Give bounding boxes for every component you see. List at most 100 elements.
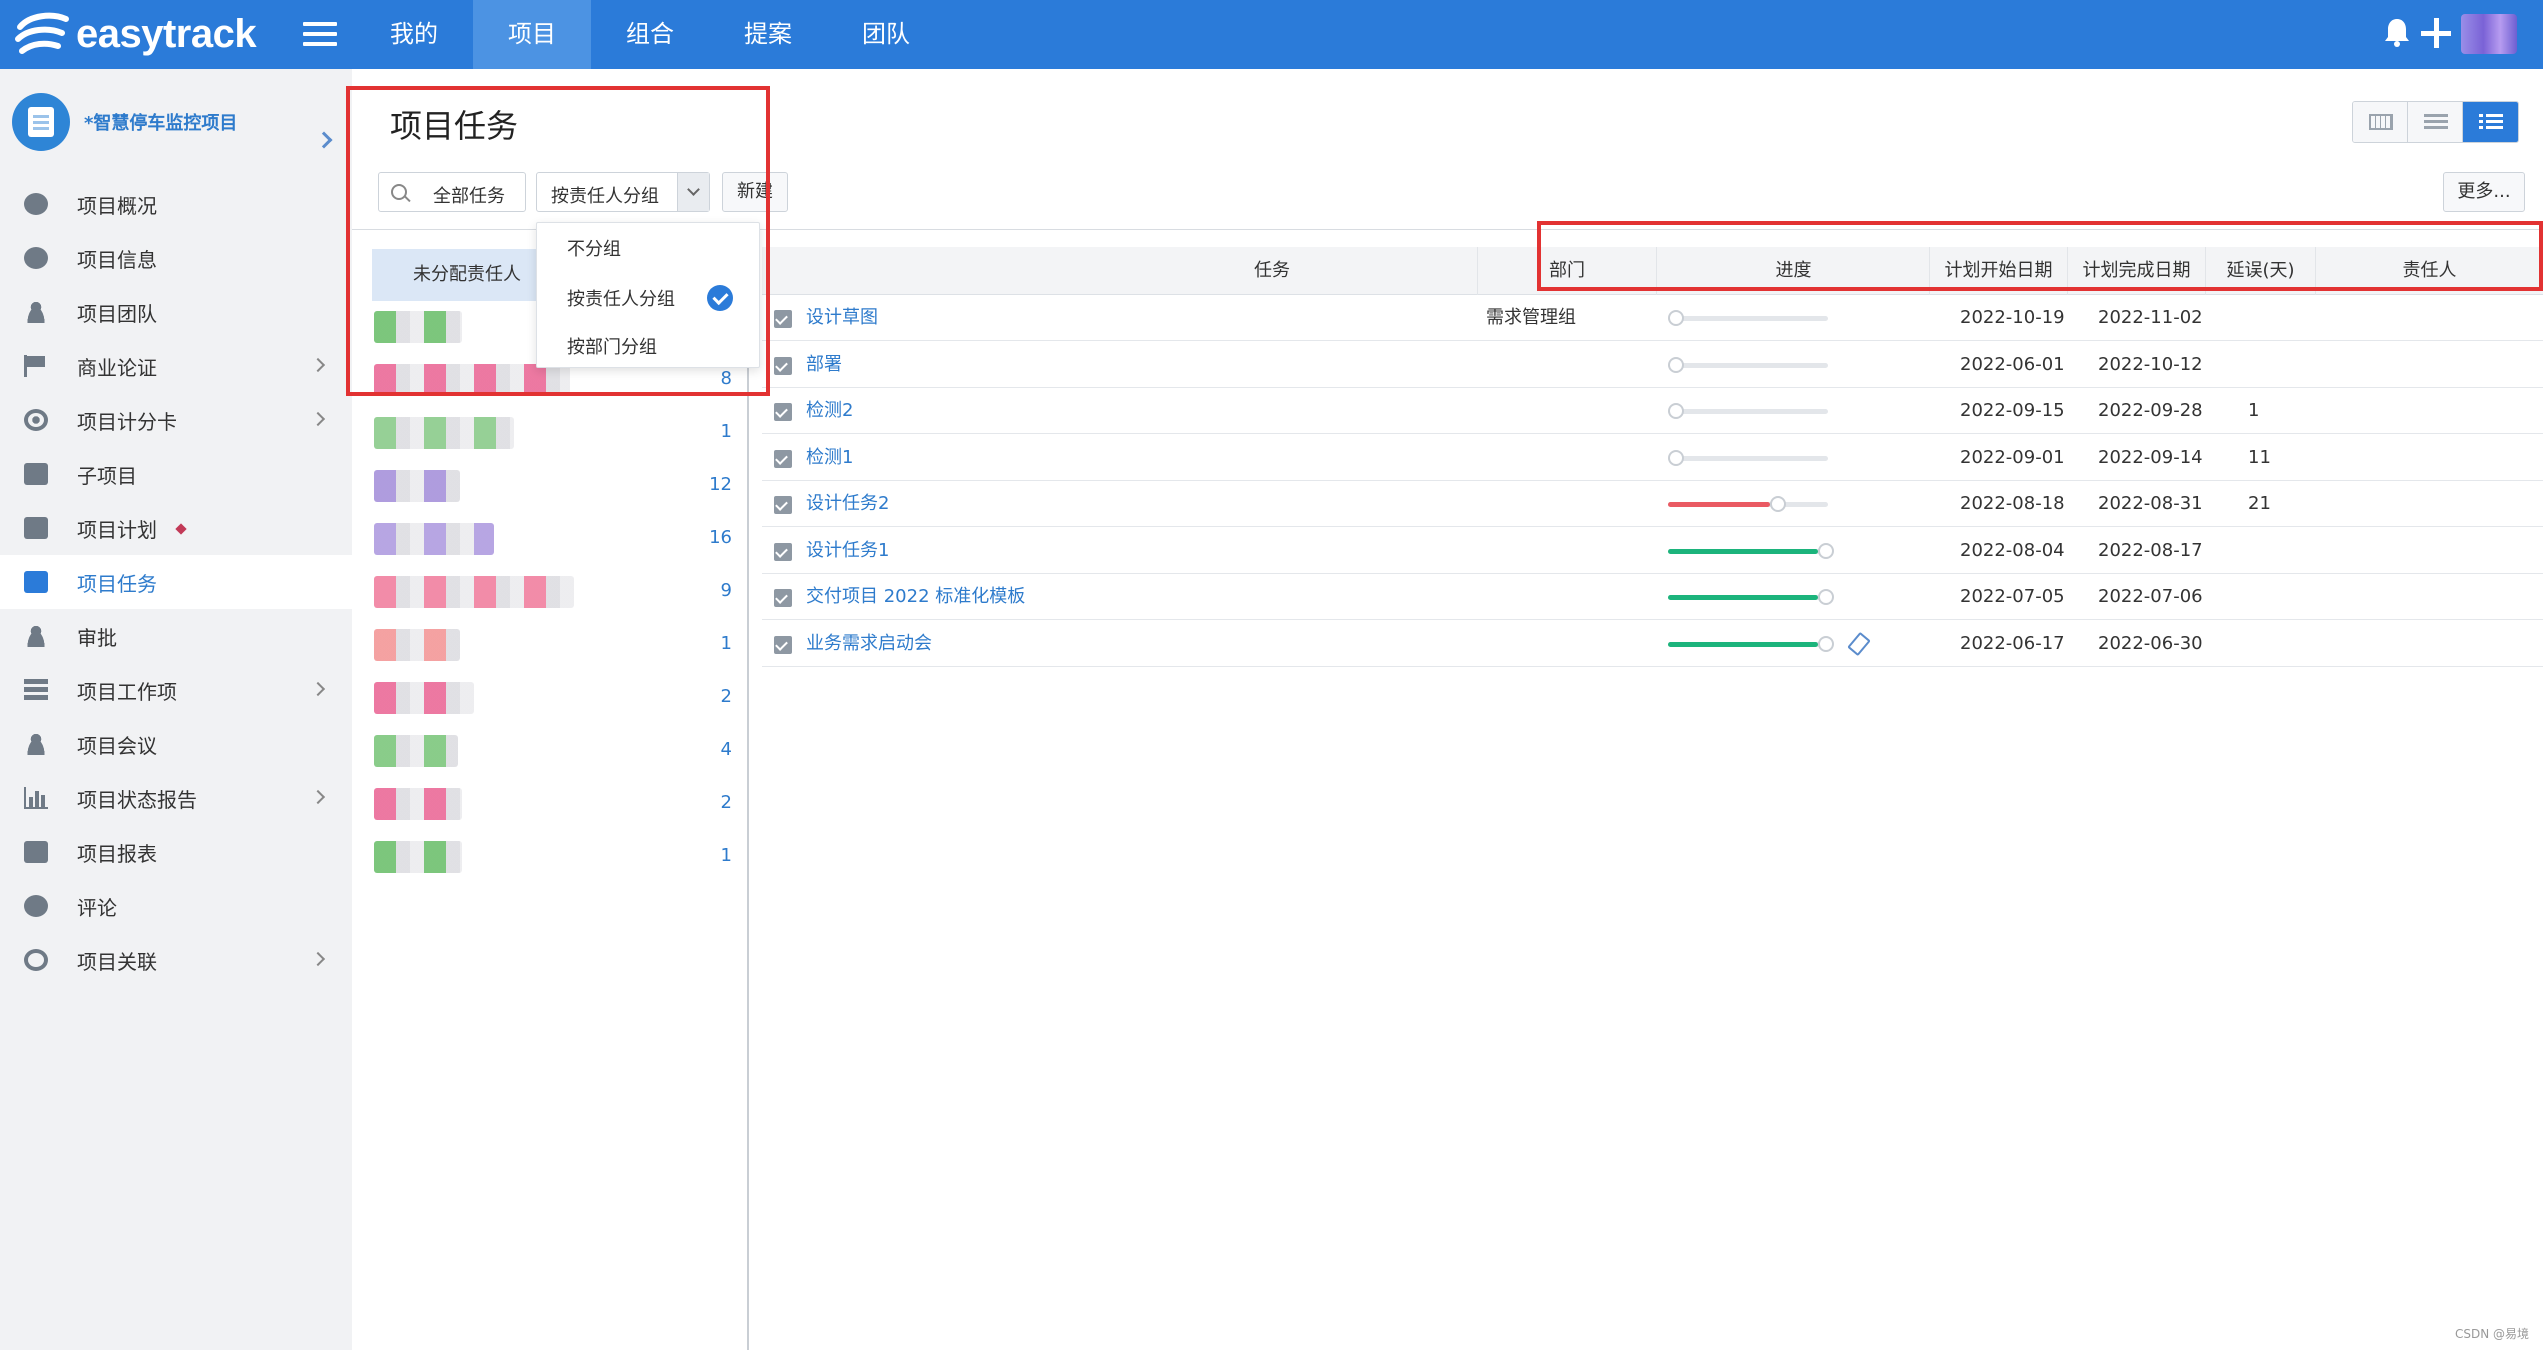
assignee-task-count: 8	[720, 368, 732, 389]
logo-text: easytrack	[76, 11, 257, 56]
sidebar-item-4[interactable]: 项目计分卡	[0, 393, 352, 447]
progress-slider[interactable]	[1668, 589, 1834, 605]
assignee-row[interactable]: 2	[374, 778, 742, 830]
task-end-date: 2022-10-12	[2098, 353, 2203, 375]
progress-slider[interactable]	[1668, 635, 1834, 652]
sidebar-item-8[interactable]: 审批	[0, 609, 352, 663]
col-department[interactable]: 部门	[1477, 247, 1657, 295]
sidebar-item-2[interactable]: 项目团队	[0, 285, 352, 339]
progress-knob[interactable]	[1668, 449, 1684, 466]
calendar-view-button[interactable]	[2353, 102, 2408, 142]
sidebar-menu: 项目概况 项目信息 项目团队 商业论证 项目计分卡 子项目 项目计划 项目任务 审批项目工作项项…	[0, 177, 352, 987]
table-row[interactable]: 业务需求启动会 2022-06-17 2022-06-30	[762, 621, 2543, 667]
progress-knob[interactable]	[1818, 542, 1834, 559]
sidebar-item-6[interactable]: 项目计划	[0, 501, 352, 555]
nav-project[interactable]: 项目	[473, 0, 591, 69]
assignee-row[interactable]: 12	[374, 460, 742, 512]
col-delay[interactable]: 延误(天)	[2206, 247, 2316, 295]
sidebar-item-1[interactable]: 项目信息	[0, 231, 352, 285]
more-button[interactable]: 更多...	[2443, 172, 2525, 212]
sidebar-item-9[interactable]: 项目工作项	[0, 663, 352, 717]
assignee-avatar-blurred	[374, 629, 460, 661]
col-progress[interactable]: 进度	[1658, 247, 1930, 295]
hamburger-menu-icon[interactable]	[303, 22, 337, 46]
table-row[interactable]: 设计任务2 2022-08-18 2022-08-31 21	[762, 481, 2543, 527]
chevron-down-icon[interactable]	[677, 173, 709, 211]
progress-slider[interactable]	[1668, 310, 1828, 326]
assignee-row[interactable]: 1	[374, 831, 742, 883]
assignee-row[interactable]: 1	[374, 619, 742, 671]
check-icon	[707, 285, 733, 311]
assignee-row[interactable]: 9	[374, 566, 742, 618]
group-option-assignee[interactable]: 按责任人分组	[567, 285, 675, 311]
sidebar-item-10[interactable]: 项目会议	[0, 717, 352, 771]
sidebar-item-14[interactable]: 项目关联	[0, 933, 352, 987]
table-row[interactable]: 部署 2022-06-01 2022-10-12	[762, 342, 2543, 388]
rows-view-button[interactable]	[2408, 102, 2463, 142]
bell-icon[interactable]	[2383, 16, 2411, 48]
sidebar-item-3[interactable]: 商业论证	[0, 339, 352, 393]
task-name-link[interactable]: 设计任务1	[806, 528, 889, 574]
sidebar-item-5[interactable]: 子项目	[0, 447, 352, 501]
panel-divider[interactable]	[747, 229, 749, 1350]
nav-team[interactable]: 团队	[827, 0, 945, 69]
progress-knob[interactable]	[1668, 356, 1684, 373]
task-name-link[interactable]: 交付项目 2022 标准化模板	[806, 574, 1025, 620]
sidebar-item-label: 项目工作项	[77, 679, 177, 704]
sidebar-item-12[interactable]: 项目报表	[0, 825, 352, 879]
task-name-link[interactable]: 设计任务2	[806, 481, 889, 527]
progress-slider[interactable]	[1668, 449, 1828, 466]
nav-proposal[interactable]: 提案	[709, 0, 827, 69]
nav-portfolio[interactable]: 组合	[591, 0, 709, 69]
group-option-department[interactable]: 按部门分组	[567, 333, 657, 359]
progress-slider[interactable]	[1668, 496, 1828, 512]
progress-slider[interactable]	[1668, 356, 1828, 373]
table-row[interactable]: 检测2 2022-09-15 2022-09-28 1	[762, 388, 2543, 434]
assignee-avatar-blurred	[374, 788, 462, 820]
table-row[interactable]: 交付项目 2022 标准化模板 2022-07-05 2022-07-06	[762, 574, 2543, 620]
unassigned-group[interactable]: 未分配责任人	[372, 249, 562, 301]
group-option-none[interactable]: 不分组	[567, 235, 621, 261]
task-name-link[interactable]: 检测1	[806, 435, 853, 481]
progress-knob[interactable]	[1668, 403, 1684, 419]
plan-edit-icon	[24, 517, 48, 539]
chevron-right-icon	[310, 411, 326, 427]
col-start-date[interactable]: 计划开始日期	[1930, 247, 2068, 295]
project-switcher[interactable]: *智慧停车监控项目	[0, 89, 352, 159]
user-avatar[interactable]	[2461, 14, 2517, 54]
chevron-right-icon	[310, 357, 326, 373]
table-row[interactable]: 设计任务1 2022-08-04 2022-08-17	[762, 528, 2543, 574]
progress-knob[interactable]	[1668, 310, 1684, 326]
new-task-button[interactable]: 新建	[722, 172, 788, 212]
table-row[interactable]: 设计草图 需求管理组 2022-10-19 2022-11-02	[762, 295, 2543, 341]
assignee-avatar-blurred	[374, 841, 462, 873]
progress-knob[interactable]	[1770, 496, 1786, 512]
task-name-link[interactable]: 检测2	[806, 388, 853, 434]
assignee-row[interactable]: 2	[374, 672, 742, 724]
progress-slider[interactable]	[1668, 403, 1828, 419]
logo[interactable]: easytrack	[14, 8, 257, 60]
sidebar-item-11[interactable]: 项目状态报告	[0, 771, 352, 825]
sidebar-item-13[interactable]: 评论	[0, 879, 352, 933]
task-name-link[interactable]: 部署	[806, 342, 842, 388]
assignee-row[interactable]: 1	[374, 407, 742, 459]
assignee-row[interactable]: 4	[374, 725, 742, 777]
add-plus-icon[interactable]	[2421, 18, 2451, 48]
col-owner[interactable]: 责任人	[2316, 247, 2543, 295]
progress-knob[interactable]	[1818, 589, 1834, 605]
sidebar-item-7[interactable]: 项目任务	[0, 555, 352, 609]
page-title: 项目任务	[390, 107, 519, 145]
group-by-select[interactable]: 按责任人分组	[536, 172, 710, 212]
edit-pencil-icon[interactable]	[1847, 631, 1871, 656]
progress-knob[interactable]	[1818, 635, 1834, 652]
list-view-button[interactable]	[2463, 102, 2518, 142]
table-row[interactable]: 检测1 2022-09-01 2022-09-14 11	[762, 435, 2543, 481]
nav-my[interactable]: 我的	[355, 0, 473, 69]
col-end-date[interactable]: 计划完成日期	[2068, 247, 2206, 295]
assignee-row[interactable]: 16	[374, 513, 742, 565]
task-name-link[interactable]: 业务需求启动会	[806, 621, 932, 667]
sidebar-item-0[interactable]: 项目概况	[0, 177, 352, 231]
task-filter-button[interactable]: 全部任务	[378, 172, 526, 212]
progress-slider[interactable]	[1668, 542, 1834, 559]
task-name-link[interactable]: 设计草图	[806, 295, 878, 341]
